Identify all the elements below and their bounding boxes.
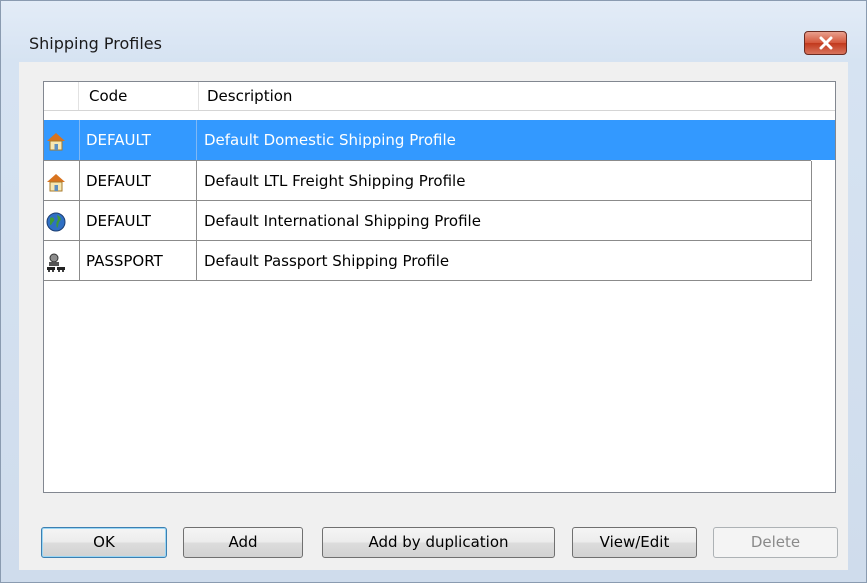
- header-code[interactable]: Code: [79, 82, 199, 110]
- description-cell: Default Domestic Shipping Profile: [204, 131, 456, 149]
- title-bar[interactable]: Shipping Profiles: [1, 1, 866, 55]
- house-icon: [47, 133, 65, 151]
- close-button[interactable]: [804, 31, 847, 55]
- add-button[interactable]: Add: [183, 527, 303, 558]
- ok-button[interactable]: OK: [41, 527, 167, 558]
- passport-icon: [47, 253, 65, 272]
- table-row[interactable]: PASSPORT Default Passport Shipping Profi…: [44, 241, 835, 281]
- code-cell: DEFAULT: [86, 212, 151, 230]
- description-cell: Default LTL Freight Shipping Profile: [204, 172, 466, 190]
- header-description[interactable]: Description: [199, 82, 835, 110]
- table-row[interactable]: DEFAULT Default International Shipping P…: [44, 201, 835, 241]
- description-cell: Default International Shipping Profile: [204, 212, 481, 230]
- house-icon: [47, 174, 65, 192]
- code-cell: DEFAULT: [86, 172, 151, 190]
- header-icon-column[interactable]: [44, 82, 79, 110]
- window-title: Shipping Profiles: [29, 34, 162, 53]
- code-cell: DEFAULT: [86, 131, 151, 149]
- code-cell: PASSPORT: [86, 252, 163, 270]
- table-row[interactable]: DEFAULT Default LTL Freight Shipping Pro…: [44, 161, 835, 201]
- view-edit-button[interactable]: View/Edit: [572, 527, 697, 558]
- globe-icon: [46, 212, 66, 232]
- description-cell: Default Passport Shipping Profile: [204, 252, 450, 270]
- list-header: Code Description: [44, 82, 835, 111]
- table-row[interactable]: DEFAULT Default Domestic Shipping Profil…: [44, 120, 835, 160]
- close-icon: [819, 36, 833, 50]
- add-by-duplication-button[interactable]: Add by duplication: [322, 527, 555, 558]
- delete-button[interactable]: Delete: [713, 527, 838, 558]
- profiles-list[interactable]: Code Description DEFAULT Default Domesti…: [43, 81, 836, 493]
